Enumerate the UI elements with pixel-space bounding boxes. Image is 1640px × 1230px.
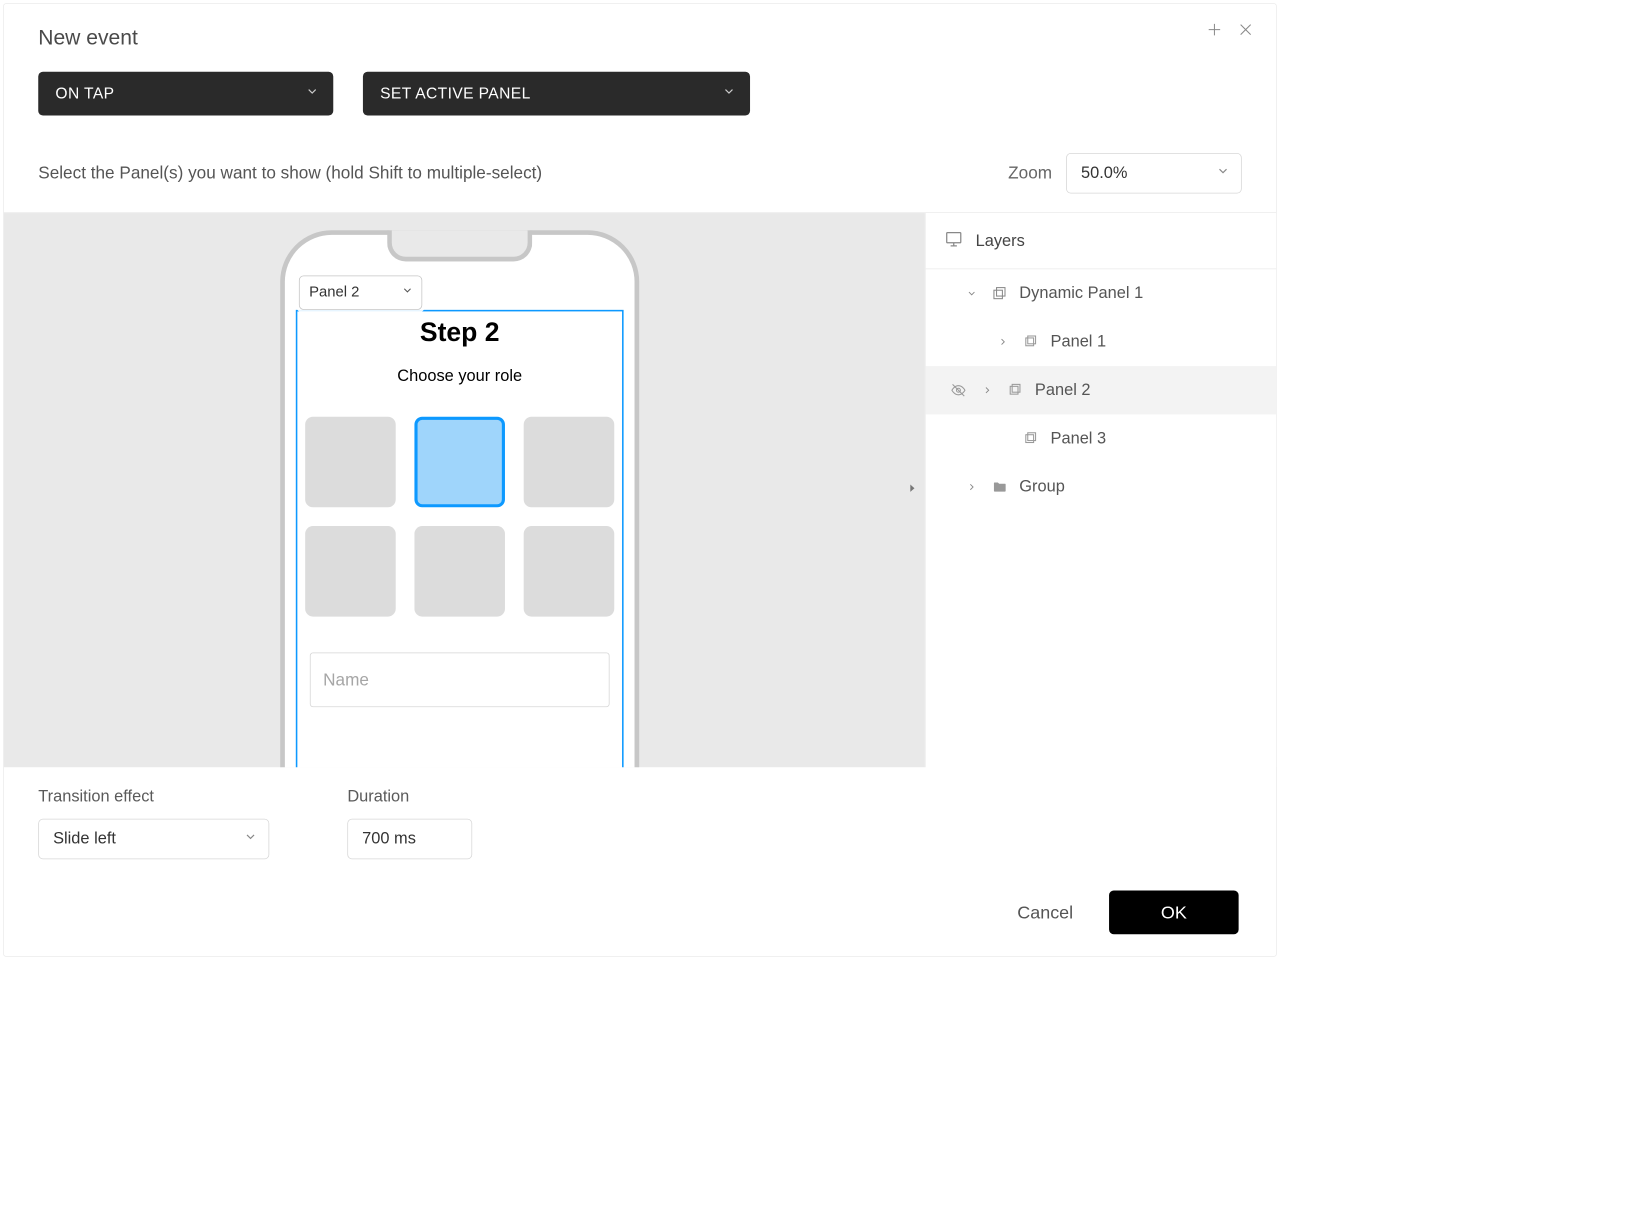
panel-picker[interactable]: Panel 2 xyxy=(299,276,422,310)
chevron-down-icon xyxy=(1216,164,1230,183)
layers-title: Layers xyxy=(976,231,1025,250)
chevron-down-icon xyxy=(305,84,319,103)
layer-row-group[interactable]: Group xyxy=(926,463,1276,511)
role-tile-selected[interactable] xyxy=(414,417,505,508)
chevron-right-icon[interactable] xyxy=(979,385,996,396)
name-input[interactable]: Name xyxy=(310,652,610,707)
device-frame: Panel 2 Step 2 Choose your role xyxy=(280,230,639,767)
chevron-down-icon xyxy=(401,284,413,301)
duration-input-value: 700 ms xyxy=(362,830,416,849)
collapse-panel-icon[interactable] xyxy=(906,482,918,498)
chevron-down-icon xyxy=(722,84,736,103)
plus-icon[interactable] xyxy=(1206,21,1223,38)
role-tile[interactable] xyxy=(524,526,615,617)
chevron-down-icon xyxy=(244,830,258,849)
hidden-icon[interactable] xyxy=(948,382,970,398)
layer-name: Dynamic Panel 1 xyxy=(1019,284,1143,303)
dialog-title: New event xyxy=(38,26,1245,50)
transition-select-value: Slide left xyxy=(53,830,116,849)
zoom-select-value: 50.0% xyxy=(1081,164,1127,183)
new-event-dialog: New event ON TAP SET ACTIVE PANEL Select… xyxy=(3,3,1277,957)
layers-header: Layers xyxy=(926,213,1276,269)
transition-label: Transition effect xyxy=(38,788,269,807)
action-select-value: SET ACTIVE PANEL xyxy=(380,85,531,103)
panel-icon xyxy=(1005,382,1025,398)
layer-name: Panel 3 xyxy=(1051,429,1107,448)
role-tile[interactable] xyxy=(305,417,396,508)
layer-name: Panel 1 xyxy=(1051,332,1107,351)
preview-canvas[interactable]: Panel 2 Step 2 Choose your role xyxy=(4,213,925,767)
transition-select[interactable]: Slide left xyxy=(38,819,269,860)
role-tile[interactable] xyxy=(414,526,505,617)
layer-row-panel-3[interactable]: Panel 3 xyxy=(926,414,1276,462)
duration-input[interactable]: 700 ms xyxy=(347,819,472,860)
layer-name: Group xyxy=(1019,478,1065,497)
selected-panel-frame[interactable]: Step 2 Choose your role Name xyxy=(296,310,624,767)
instruction-text: Select the Panel(s) you want to show (ho… xyxy=(38,163,542,183)
role-tile[interactable] xyxy=(305,526,396,617)
panel-icon xyxy=(1021,334,1041,350)
close-icon[interactable] xyxy=(1237,21,1254,38)
role-grid xyxy=(305,417,614,617)
panel-picker-value: Panel 2 xyxy=(309,284,359,301)
layers-list: Dynamic Panel 1 Panel 1 xyxy=(926,269,1276,511)
event-options: Transition effect Slide left Duration 70… xyxy=(4,767,1276,859)
trigger-select-value: ON TAP xyxy=(55,85,114,103)
dialog-header: New event xyxy=(4,4,1276,58)
dialog-actions: Cancel OK xyxy=(4,859,1276,956)
panel-icon xyxy=(1021,431,1041,447)
cancel-button[interactable]: Cancel xyxy=(1009,896,1080,930)
layer-row-panel-2[interactable]: Panel 2 xyxy=(926,366,1276,414)
role-tile[interactable] xyxy=(524,417,615,508)
dynamic-panel-icon xyxy=(990,286,1010,302)
monitor-icon xyxy=(944,229,963,252)
step-title: Step 2 xyxy=(297,318,622,348)
duration-label: Duration xyxy=(347,788,472,807)
zoom-select[interactable]: 50.0% xyxy=(1066,153,1242,194)
chevron-down-icon[interactable] xyxy=(963,288,980,299)
ok-button[interactable]: OK xyxy=(1109,891,1239,935)
trigger-select[interactable]: ON TAP xyxy=(38,72,333,116)
layer-row-panel-1[interactable]: Panel 1 xyxy=(926,318,1276,366)
chevron-right-icon[interactable] xyxy=(963,482,980,493)
folder-icon xyxy=(990,479,1010,495)
action-select[interactable]: SET ACTIVE PANEL xyxy=(363,72,750,116)
step-subtitle: Choose your role xyxy=(297,367,622,386)
device-notch xyxy=(387,230,532,261)
chevron-right-icon[interactable] xyxy=(994,336,1011,347)
name-input-placeholder: Name xyxy=(323,670,369,690)
layer-name: Panel 2 xyxy=(1035,381,1091,400)
layers-panel: Layers Dynamic Panel 1 xyxy=(925,213,1276,767)
layer-row-dynamic-panel[interactable]: Dynamic Panel 1 xyxy=(926,269,1276,317)
zoom-label: Zoom xyxy=(1008,163,1052,183)
